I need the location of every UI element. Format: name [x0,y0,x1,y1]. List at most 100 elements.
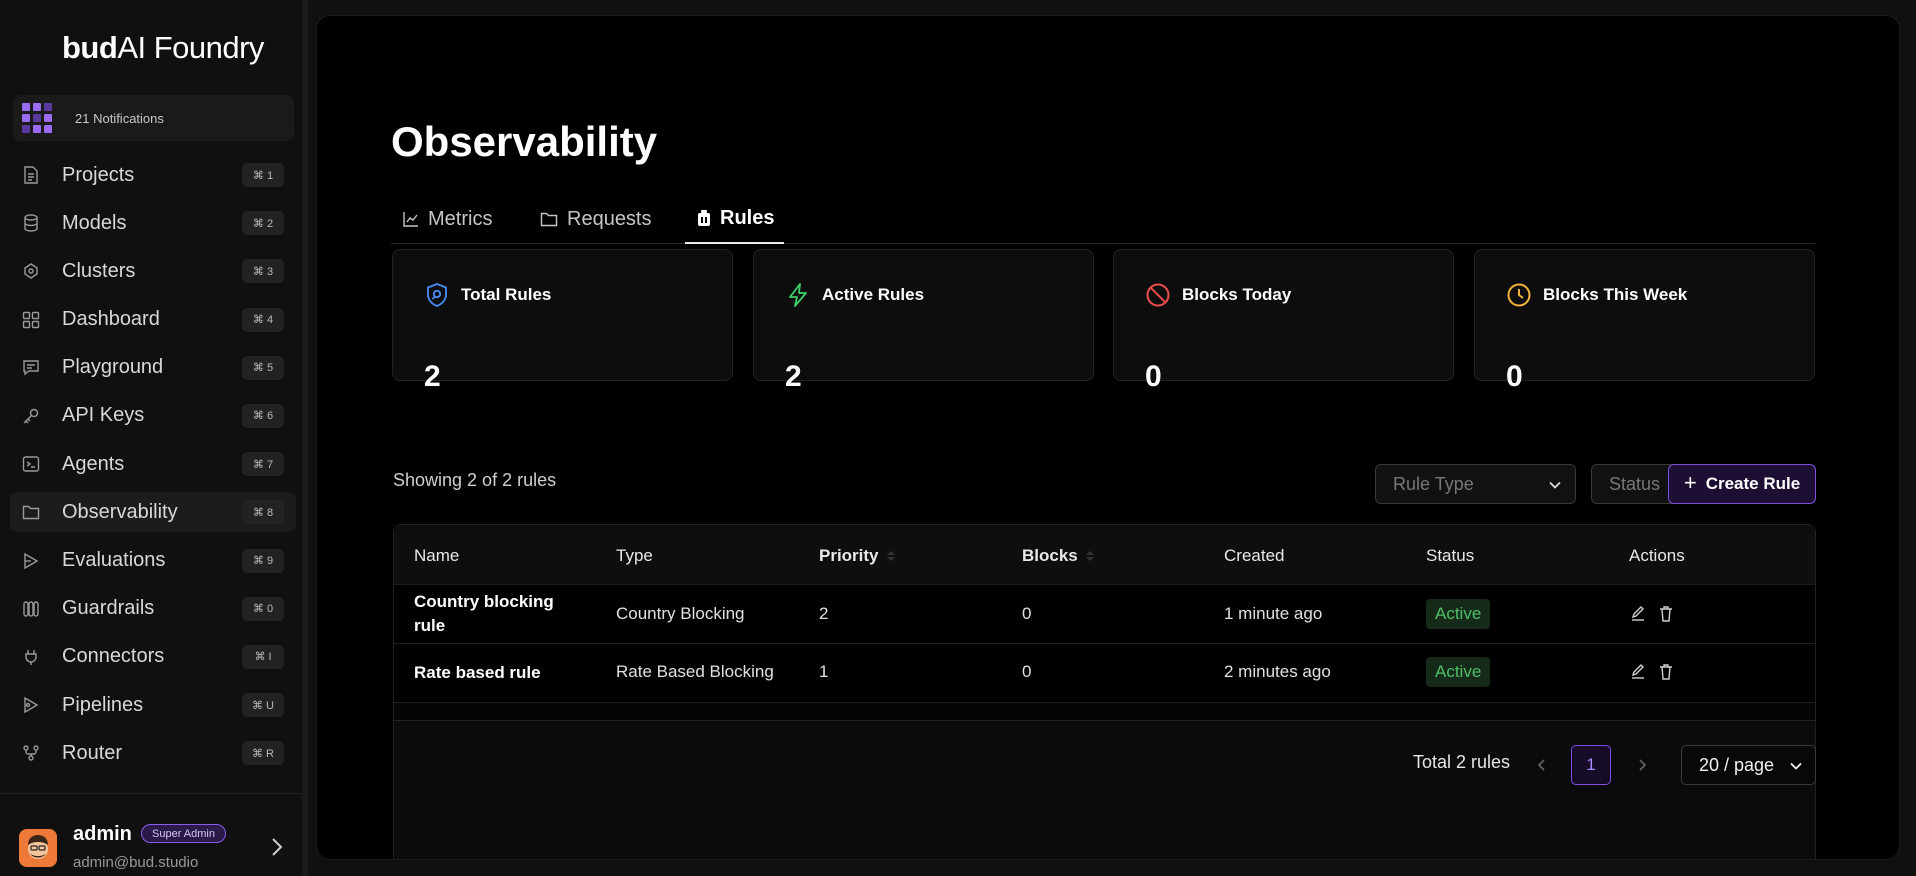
rules-table: Name Type Priority Blocks Created Status… [393,524,1816,859]
column-header-actions: Actions [1629,546,1685,565]
rule-priority: 2 [819,604,829,623]
sidebar-item-router[interactable]: Router ⌘ R [10,733,296,773]
edit-icon[interactable] [1629,605,1647,623]
sidebar-item-connectors[interactable]: Connectors ⌘ I [10,637,296,677]
rule-name: Country blocking rule [414,592,554,635]
avatar [19,829,57,867]
delete-icon[interactable] [1658,605,1676,623]
column-header-priority[interactable]: Priority [819,546,895,566]
sidebar-item-projects[interactable]: Projects ⌘ 1 [10,155,296,195]
notifications-button[interactable]: 21 Notifications [13,95,294,141]
document-icon [22,166,40,184]
rule-blocks: 0 [1022,604,1032,623]
sidebar-nav: Projects ⌘ 1 Models ⌘ 2 Clusters ⌘ 3 Das… [10,155,296,781]
page-size-label: 20 / page [1699,754,1775,775]
folder-icon [540,212,558,227]
main-panel: Observability Metrics Requests Rules Tot… [316,15,1900,860]
rule-blocks: 0 [1022,662,1032,681]
chevron-right-icon[interactable] [268,836,286,858]
rule-type: Country Blocking [616,604,745,623]
sidebar-item-models[interactable]: Models ⌘ 2 [10,203,296,243]
pagination-total: Total 2 rules [1413,752,1511,772]
page-1-button[interactable]: 1 [1571,745,1611,785]
tab-bar: Metrics Requests Rules [391,194,1815,244]
sidebar-item-dashboard[interactable]: Dashboard ⌘ 4 [10,300,296,340]
sidebar-item-pipelines[interactable]: Pipelines ⌘ U [10,685,296,725]
sidebar-item-clusters[interactable]: Clusters ⌘ 3 [10,251,296,291]
app: budAI Foundry 21 Notifications Projects … [0,0,1916,876]
delete-icon[interactable] [1658,663,1676,681]
nav-label: Projects [62,163,135,186]
nav-label: Observability [62,500,178,523]
stat-value: 2 [785,360,802,393]
sidebar-item-guardrails[interactable]: Guardrails ⌘ 0 [10,589,296,629]
table-row[interactable]: Rate based rule Rate Based Blocking 1 0 … [394,644,1815,703]
showing-count: Showing 2 of 2 rules [393,470,557,490]
shortcut-badge: ⌘ I [242,644,284,669]
shortcut-badge: ⌘ 7 [242,452,284,477]
stat-card-total-rules: Total Rules 2 [392,249,733,393]
nav-label: API Keys [62,404,145,427]
database-icon [22,214,40,232]
folder-icon [22,503,40,521]
shortcut-badge: ⌘ U [242,693,284,718]
priority-label: Priority [819,546,879,565]
shortcut-badge: ⌘ 3 [242,259,284,284]
logo-bold: bud [62,30,118,65]
stat-card-blocks-today: Blocks Today 0 [1113,249,1454,393]
logo[interactable]: budAI Foundry [62,30,264,66]
pipeline-icon [22,696,40,714]
tab-metrics[interactable]: Metrics [403,194,492,244]
rule-type-placeholder: Rule Type [1393,473,1474,494]
shortcut-badge: ⌘ R [242,741,284,766]
shortcut-badge: ⌘ 9 [242,548,284,573]
sidebar-item-api-keys[interactable]: API Keys ⌘ 6 [10,396,296,436]
shield-search-icon [424,282,450,308]
column-header-name: Name [414,546,460,565]
nav-label: Agents [62,452,125,475]
sidebar-item-observability[interactable]: Observability ⌘ 8 [10,492,296,533]
page-size-select[interactable]: 20 / page [1681,745,1816,785]
shortcut-badge: ⌘ 6 [242,403,284,428]
nav-label: Connectors [62,645,165,668]
column-header-blocks[interactable]: Blocks [1022,546,1094,566]
chevron-down-icon [1549,481,1561,489]
terminal-icon [22,455,40,473]
shortcut-badge: ⌘ 8 [242,500,284,525]
chevron-down-icon [1790,762,1802,770]
rule-type-select[interactable]: Rule Type [1375,464,1576,504]
edit-icon[interactable] [1629,663,1647,681]
sidebar-item-agents[interactable]: Agents ⌘ 7 [10,444,296,484]
nav-label: Models [62,211,127,234]
create-rule-button[interactable]: + Create Rule [1668,464,1816,504]
stat-label: Blocks Today [1182,285,1292,304]
shortcut-badge: ⌘ 0 [242,596,284,621]
plug-icon [22,648,40,666]
column-header-type: Type [616,546,653,565]
chevron-right-icon[interactable] [1635,756,1649,774]
rule-created: 2 minutes ago [1224,662,1331,681]
table-row[interactable]: Country blocking rule Country Blocking 2… [394,585,1815,644]
nav-label: Clusters [62,259,136,282]
tab-label: Requests [567,207,652,230]
table-scroll-area [394,703,1815,721]
nav-label: Playground [62,356,164,379]
nav-label: Pipelines [62,693,144,716]
chevron-left-icon[interactable] [1535,756,1549,774]
rule-type: Rate Based Blocking [616,662,774,681]
grid-icon [22,311,40,329]
rule-name: Rate based rule [414,663,541,682]
column-header-status: Status [1426,546,1475,565]
create-rule-label: Create Rule [1705,474,1801,493]
nav-label: Evaluations [62,549,166,571]
blocks-label: Blocks [1022,546,1078,565]
shortcut-badge: ⌘ 4 [242,307,284,332]
clock-icon [1506,282,1532,308]
block-icon [1145,282,1171,308]
sidebar-item-evaluations[interactable]: Evaluations ⌘ 9 [10,541,296,581]
stat-value: 2 [424,360,441,393]
sidebar-item-playground[interactable]: Playground ⌘ 5 [10,348,296,388]
tab-rules[interactable]: Rules [685,194,785,244]
user-email: admin@bud.studio [73,854,199,871]
tab-requests[interactable]: Requests [540,194,652,244]
